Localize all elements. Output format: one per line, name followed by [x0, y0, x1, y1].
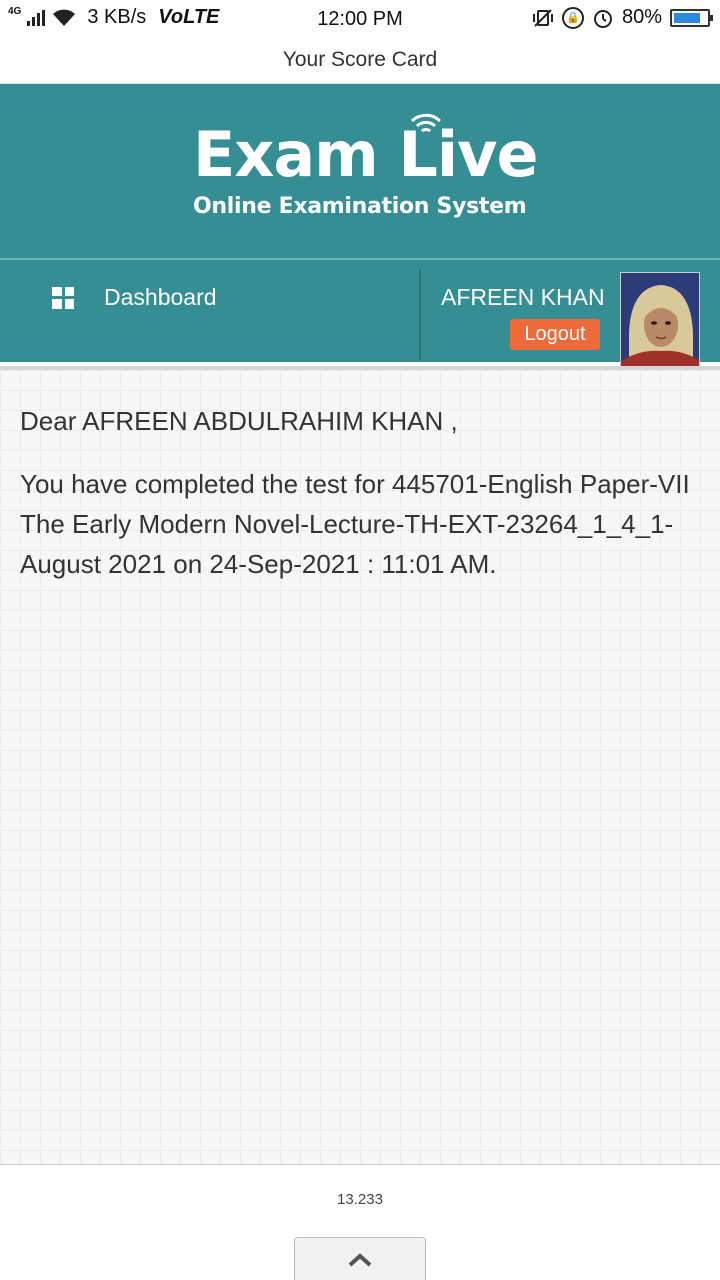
completion-message: You have completed the test for 445701-E… [20, 469, 690, 579]
exam-live-logo: Exam Live Online Examination System [193, 113, 539, 219]
main-content: Dear AFREEN ABDULRAHIM KHAN , You have c… [0, 366, 720, 1164]
logo-subtitle: Online Examination System [193, 194, 527, 219]
logout-button[interactable]: Logout [510, 319, 600, 350]
battery-icon [670, 8, 713, 27]
scroll-top-button[interactable] [294, 1237, 426, 1280]
chevron-up-icon [348, 1252, 372, 1266]
vibrate-icon [532, 8, 553, 27]
status-bar: 4G 3 KB/s VoLTE 12:00 PM 🔒 80% [0, 0, 720, 38]
battery-level [674, 12, 700, 23]
user-name: AFREEN KHAN [441, 284, 605, 310]
nav-divider [419, 270, 421, 360]
rotation-lock-icon: 🔒 [561, 6, 584, 29]
dashboard-link[interactable]: Dashboard [52, 284, 217, 311]
page-title: Your Score Card [0, 38, 720, 84]
status-right: 🔒 80% [532, 6, 713, 29]
version-number: 13.233 [337, 1191, 383, 1208]
dashboard-grid-icon [52, 286, 74, 309]
dashboard-label: Dashboard [104, 284, 217, 310]
avatar [620, 272, 700, 379]
greeting-text: Dear AFREEN ABDULRAHIM KHAN , [20, 406, 458, 436]
footer: 13.233 [0, 1164, 720, 1280]
nav-bar: Dashboard AFREEN KHAN Logout [0, 260, 720, 362]
logo-title: Exam Live [193, 118, 539, 191]
alarm-icon [593, 9, 612, 28]
brand-header: Exam Live Online Examination System [0, 84, 720, 260]
battery-percent: 80% [621, 6, 662, 28]
user-photo [621, 273, 699, 378]
broadcast-icon [410, 113, 442, 133]
